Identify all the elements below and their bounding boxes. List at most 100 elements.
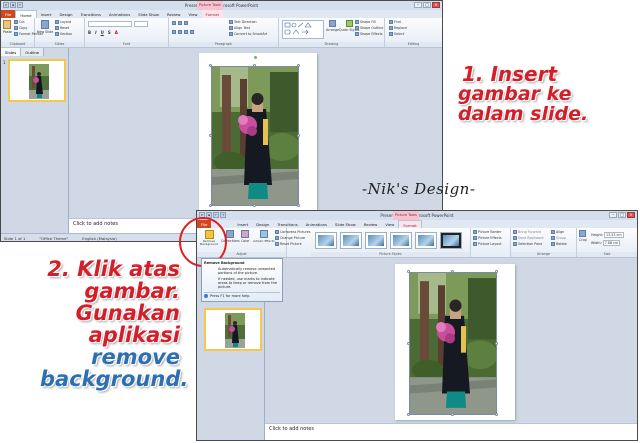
picture-style-thumb[interactable]: [415, 232, 437, 249]
picture-border-button[interactable]: Picture Border: [473, 230, 501, 234]
convert-smartart-button[interactable]: Convert to SmartArt: [229, 32, 267, 36]
reset-button[interactable]: Reset: [55, 26, 69, 30]
shape-outline-button[interactable]: Shape Outline: [355, 26, 383, 30]
picture-style-thumb[interactable]: [390, 232, 412, 249]
shape-effects-button[interactable]: Shape Effects: [355, 32, 383, 36]
cut-button[interactable]: Cut: [14, 20, 25, 24]
font-name-box[interactable]: [88, 21, 132, 27]
resize-handle[interactable]: [407, 413, 410, 416]
text-direction-button[interactable]: Text Direction: [229, 20, 257, 24]
resize-handle[interactable]: [209, 64, 212, 67]
align-button[interactable]: Align: [551, 230, 564, 234]
copy-button[interactable]: Copy: [14, 26, 27, 30]
notes-pane[interactable]: Click to add notes: [265, 423, 637, 440]
tab-design[interactable]: Design: [55, 10, 76, 18]
rotate-handle[interactable]: [254, 56, 257, 59]
replace-button[interactable]: Replace: [389, 26, 407, 30]
resize-handle[interactable]: [495, 270, 498, 273]
tab-outline[interactable]: Outline: [21, 48, 44, 56]
reset-picture-button[interactable]: Reset Picture: [275, 242, 302, 246]
tab-transitions[interactable]: Transitions: [77, 10, 105, 18]
tab-view[interactable]: View: [185, 10, 202, 18]
tab-slide-show[interactable]: Slide Show: [134, 10, 163, 18]
tab-insert[interactable]: Insert: [37, 10, 56, 18]
group-button[interactable]: Group: [551, 236, 566, 240]
resize-handle[interactable]: [297, 204, 300, 207]
change-picture-button[interactable]: Change Picture: [275, 236, 305, 240]
layout-button[interactable]: Layout: [55, 20, 71, 24]
tab-insert[interactable]: Insert: [233, 220, 252, 228]
strike-icon[interactable]: S: [108, 30, 111, 35]
height-field[interactable]: Height: 13.53 cm: [591, 232, 624, 238]
slide-thumbnail[interactable]: [8, 59, 66, 102]
select-button[interactable]: Select: [389, 32, 404, 36]
close-icon[interactable]: ×: [627, 212, 635, 218]
picture-style-thumb[interactable]: [315, 232, 337, 249]
tab-slide-show[interactable]: Slide Show: [331, 220, 360, 228]
resize-handle[interactable]: [253, 64, 256, 67]
new-slide-button[interactable]: New Slide: [37, 20, 53, 34]
close-icon[interactable]: ×: [432, 2, 440, 8]
picture-style-thumb[interactable]: [365, 232, 387, 249]
tab-animations[interactable]: Animations: [302, 220, 331, 228]
resize-handle[interactable]: [451, 270, 454, 273]
resize-handle[interactable]: [451, 413, 454, 416]
tab-home[interactable]: Home: [15, 10, 37, 18]
slide-thumbnail[interactable]: [204, 308, 262, 351]
resize-handle[interactable]: [495, 342, 498, 345]
resize-handle[interactable]: [297, 134, 300, 137]
selection-pane-button[interactable]: Selection Pane: [513, 242, 542, 246]
maximize-icon[interactable]: □: [618, 212, 626, 218]
tab-animations[interactable]: Animations: [105, 10, 134, 18]
resize-handle[interactable]: [495, 413, 498, 416]
send-backward-button[interactable]: Send Backward: [513, 236, 543, 240]
resize-handle[interactable]: [407, 270, 410, 273]
picture-effects-button[interactable]: Picture Effects: [473, 236, 502, 240]
font-size-box[interactable]: [134, 21, 148, 27]
rotate-button[interactable]: Rotate: [551, 242, 567, 246]
arrange-button[interactable]: Arrange: [326, 20, 339, 32]
tab-format[interactable]: Format: [201, 10, 223, 18]
slide-canvas[interactable]: [199, 53, 317, 211]
list-buttons[interactable]: [172, 21, 188, 25]
width-field[interactable]: Width: 7.86 cm: [591, 240, 621, 246]
tab-design[interactable]: Design: [252, 220, 273, 228]
tab-format[interactable]: Format: [398, 220, 422, 228]
maximize-icon[interactable]: □: [423, 2, 431, 8]
inserted-photo[interactable]: [409, 272, 497, 415]
bold-icon[interactable]: B: [88, 30, 91, 35]
compress-pictures-button[interactable]: Compress Pictures: [275, 230, 310, 234]
resize-handle[interactable]: [209, 204, 212, 207]
align-buttons[interactable]: [172, 30, 194, 34]
tab-slides[interactable]: Slides: [1, 48, 22, 56]
shapes-gallery[interactable]: [282, 20, 324, 39]
italic-icon[interactable]: I: [95, 30, 97, 35]
font-format-buttons[interactable]: BIUSA: [88, 30, 118, 35]
picture-layout-button[interactable]: Picture Layout: [473, 242, 502, 246]
resize-handle[interactable]: [209, 134, 212, 137]
tab-review[interactable]: Review: [360, 220, 382, 228]
section-button[interactable]: Section: [55, 32, 72, 36]
tab-review[interactable]: Review: [163, 10, 185, 18]
picture-style-thumb[interactable]: [340, 232, 362, 249]
find-button[interactable]: Find: [389, 20, 401, 24]
height-value[interactable]: 13.53 cm: [604, 232, 624, 238]
resize-handle[interactable]: [253, 204, 256, 207]
crop-button[interactable]: Crop: [579, 230, 587, 242]
minimize-icon[interactable]: –: [414, 2, 422, 8]
tab-transitions[interactable]: Transitions: [273, 220, 301, 228]
color-button[interactable]: Color: [241, 230, 250, 243]
align-text-button[interactable]: Align Text: [229, 26, 250, 30]
slide-canvas[interactable]: [395, 264, 515, 420]
font-color-icon[interactable]: A: [115, 30, 118, 35]
paste-button[interactable]: Paste: [3, 20, 12, 34]
resize-handle[interactable]: [297, 64, 300, 67]
picture-style-thumb[interactable]: [440, 232, 462, 249]
resize-handle[interactable]: [407, 342, 410, 345]
tab-view[interactable]: View: [381, 220, 398, 228]
tab-file[interactable]: File: [1, 10, 16, 18]
underline-icon[interactable]: U: [101, 30, 104, 35]
shape-fill-button[interactable]: Shape Fill: [355, 20, 376, 24]
width-value[interactable]: 7.86 cm: [602, 240, 621, 246]
inserted-photo[interactable]: [211, 66, 299, 206]
